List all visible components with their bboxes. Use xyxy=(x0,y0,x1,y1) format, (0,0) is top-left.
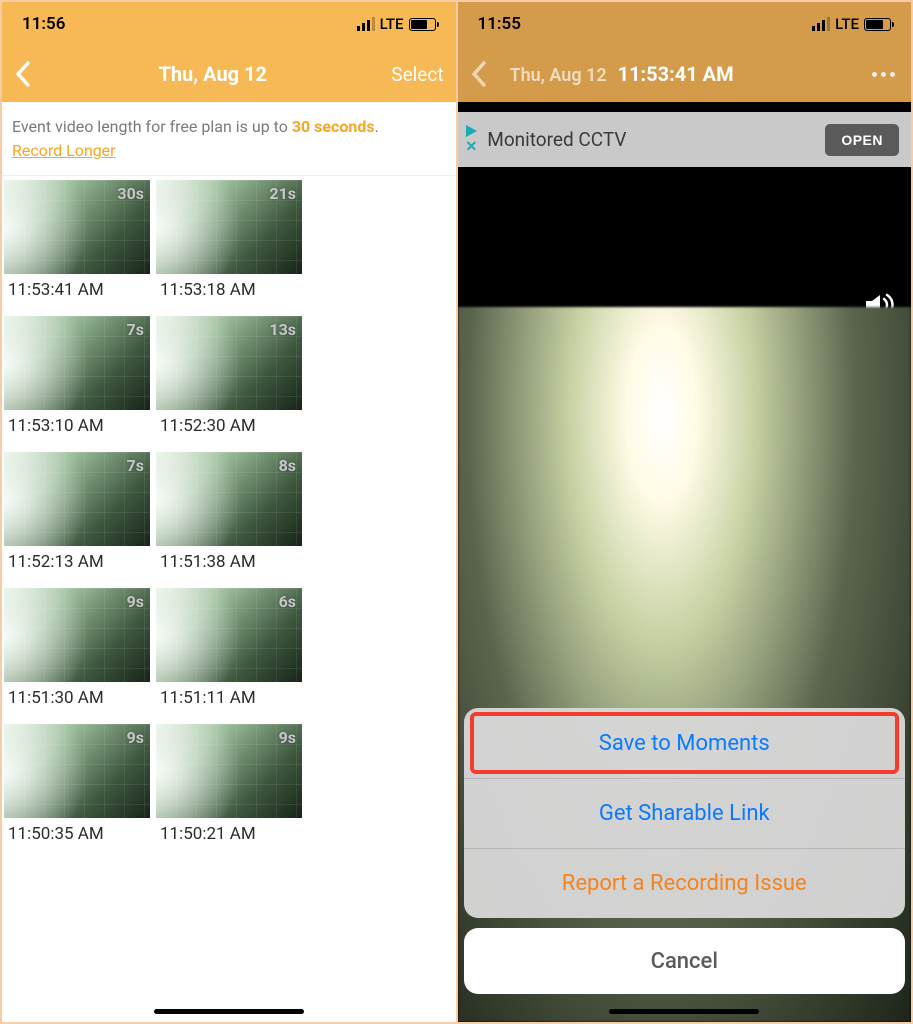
status-bar: 11:55 LTE xyxy=(458,2,912,46)
event-duration: 8s xyxy=(279,456,296,475)
status-right-cluster: LTE xyxy=(357,15,436,33)
event-timestamp: 11:53:18 AM xyxy=(156,274,302,310)
ad-open-button[interactable]: OPEN xyxy=(825,124,899,156)
event-duration: 30s xyxy=(117,184,144,203)
banner-text-prefix: Event video length for free plan is up t… xyxy=(12,117,292,136)
network-label: LTE xyxy=(835,15,859,33)
event-item[interactable]: 13s 11:52:30 AM xyxy=(156,316,302,446)
event-item[interactable]: 21s 11:53:18 AM xyxy=(156,180,302,310)
banner-text-suffix: . xyxy=(375,117,379,136)
ad-banner[interactable]: ✕ Monitored CCTV OPEN xyxy=(458,112,912,167)
event-item[interactable]: 9s 11:50:21 AM xyxy=(156,724,302,854)
action-sheet-options: Save to Moments Get Sharable Link Report… xyxy=(464,708,906,918)
status-right-cluster: LTE xyxy=(812,15,891,33)
event-timestamp: 11:51:11 AM xyxy=(156,682,302,718)
event-item[interactable]: 7s 11:53:10 AM xyxy=(4,316,150,446)
save-to-moments-button[interactable]: Save to Moments xyxy=(464,708,906,778)
cellular-signal-icon xyxy=(812,17,830,31)
event-duration: 7s xyxy=(127,456,144,475)
home-indicator[interactable] xyxy=(609,1009,759,1014)
event-item[interactable]: 9s 11:51:30 AM xyxy=(4,588,150,718)
select-button[interactable]: Select xyxy=(372,63,444,86)
event-thumbnail: 9s xyxy=(4,588,150,682)
nav-date: Thu, Aug 12 xyxy=(510,65,607,86)
report-recording-issue-button[interactable]: Report a Recording Issue xyxy=(464,848,906,918)
event-thumbnail: 7s xyxy=(4,452,150,546)
network-label: LTE xyxy=(380,15,404,33)
event-thumbnail: 9s xyxy=(156,724,302,818)
cellular-signal-icon xyxy=(357,17,375,31)
event-item[interactable]: 7s 11:52:13 AM xyxy=(4,452,150,582)
event-timestamp: 11:51:30 AM xyxy=(4,682,150,718)
event-thumbnail: 7s xyxy=(4,316,150,410)
event-timestamp: 11:50:35 AM xyxy=(4,818,150,854)
adchoices-icon[interactable]: ✕ xyxy=(466,125,478,154)
event-duration: 9s xyxy=(127,592,144,611)
event-item[interactable]: 6s 11:51:11 AM xyxy=(156,588,302,718)
event-thumbnail: 9s xyxy=(4,724,150,818)
right-phone-frame: 11:55 LTE Thu, Aug 12 11:53:41 AM ✕ Moni… xyxy=(458,2,912,1022)
nav-bar: Thu, Aug 12 11:53:41 AM xyxy=(458,46,912,102)
get-sharable-link-button[interactable]: Get Sharable Link xyxy=(464,778,906,848)
save-to-moments-label: Save to Moments xyxy=(599,731,770,756)
home-indicator[interactable] xyxy=(154,1009,304,1014)
action-sheet: Save to Moments Get Sharable Link Report… xyxy=(458,708,912,1022)
nav-bar: Thu, Aug 12 Select xyxy=(2,46,456,102)
event-thumbnail: 30s xyxy=(4,180,150,274)
event-duration: 6s xyxy=(279,592,296,611)
event-duration: 7s xyxy=(127,320,144,339)
cancel-button[interactable]: Cancel xyxy=(464,928,906,994)
event-item[interactable]: 8s 11:51:38 AM xyxy=(156,452,302,582)
nav-timestamp: 11:53:41 AM xyxy=(618,62,734,86)
event-timestamp: 11:53:10 AM xyxy=(4,410,150,446)
status-time: 11:56 xyxy=(22,14,65,34)
event-timestamp: 11:52:30 AM xyxy=(156,410,302,446)
event-thumbnail: 6s xyxy=(156,588,302,682)
record-longer-link[interactable]: Record Longer xyxy=(12,140,116,162)
event-duration: 21s xyxy=(269,184,296,203)
left-phone-frame: 11:56 LTE Thu, Aug 12 Select Event video… xyxy=(2,2,456,1022)
event-grid: 30s 11:53:41 AM 21s 11:53:18 AM 7s 11:53:10 A… xyxy=(2,176,456,858)
event-item[interactable]: 9s 11:50:35 AM xyxy=(4,724,150,854)
event-duration: 9s xyxy=(127,728,144,747)
banner-highlight: 30 seconds xyxy=(292,117,375,136)
event-thumbnail: 8s xyxy=(156,452,302,546)
plan-banner: Event video length for free plan is up t… xyxy=(2,102,456,176)
ad-text: Monitored CCTV xyxy=(487,128,815,151)
battery-icon xyxy=(864,18,891,31)
nav-title: Thu, Aug 12 xyxy=(54,62,372,86)
back-button[interactable] xyxy=(470,60,510,88)
event-thumbnail: 21s xyxy=(156,180,302,274)
back-button[interactable] xyxy=(14,60,54,88)
event-item[interactable]: 30s 11:53:41 AM xyxy=(4,180,150,310)
event-duration: 13s xyxy=(269,320,296,339)
event-timestamp: 11:51:38 AM xyxy=(156,546,302,582)
event-timestamp: 11:52:13 AM xyxy=(4,546,150,582)
more-button[interactable] xyxy=(868,72,899,77)
event-duration: 9s xyxy=(279,728,296,747)
event-thumbnail: 13s xyxy=(156,316,302,410)
status-time: 11:55 xyxy=(478,14,521,34)
event-timestamp: 11:50:21 AM xyxy=(156,818,302,854)
event-timestamp: 11:53:41 AM xyxy=(4,274,150,310)
status-bar: 11:56 LTE xyxy=(2,2,456,46)
battery-icon xyxy=(409,18,436,31)
